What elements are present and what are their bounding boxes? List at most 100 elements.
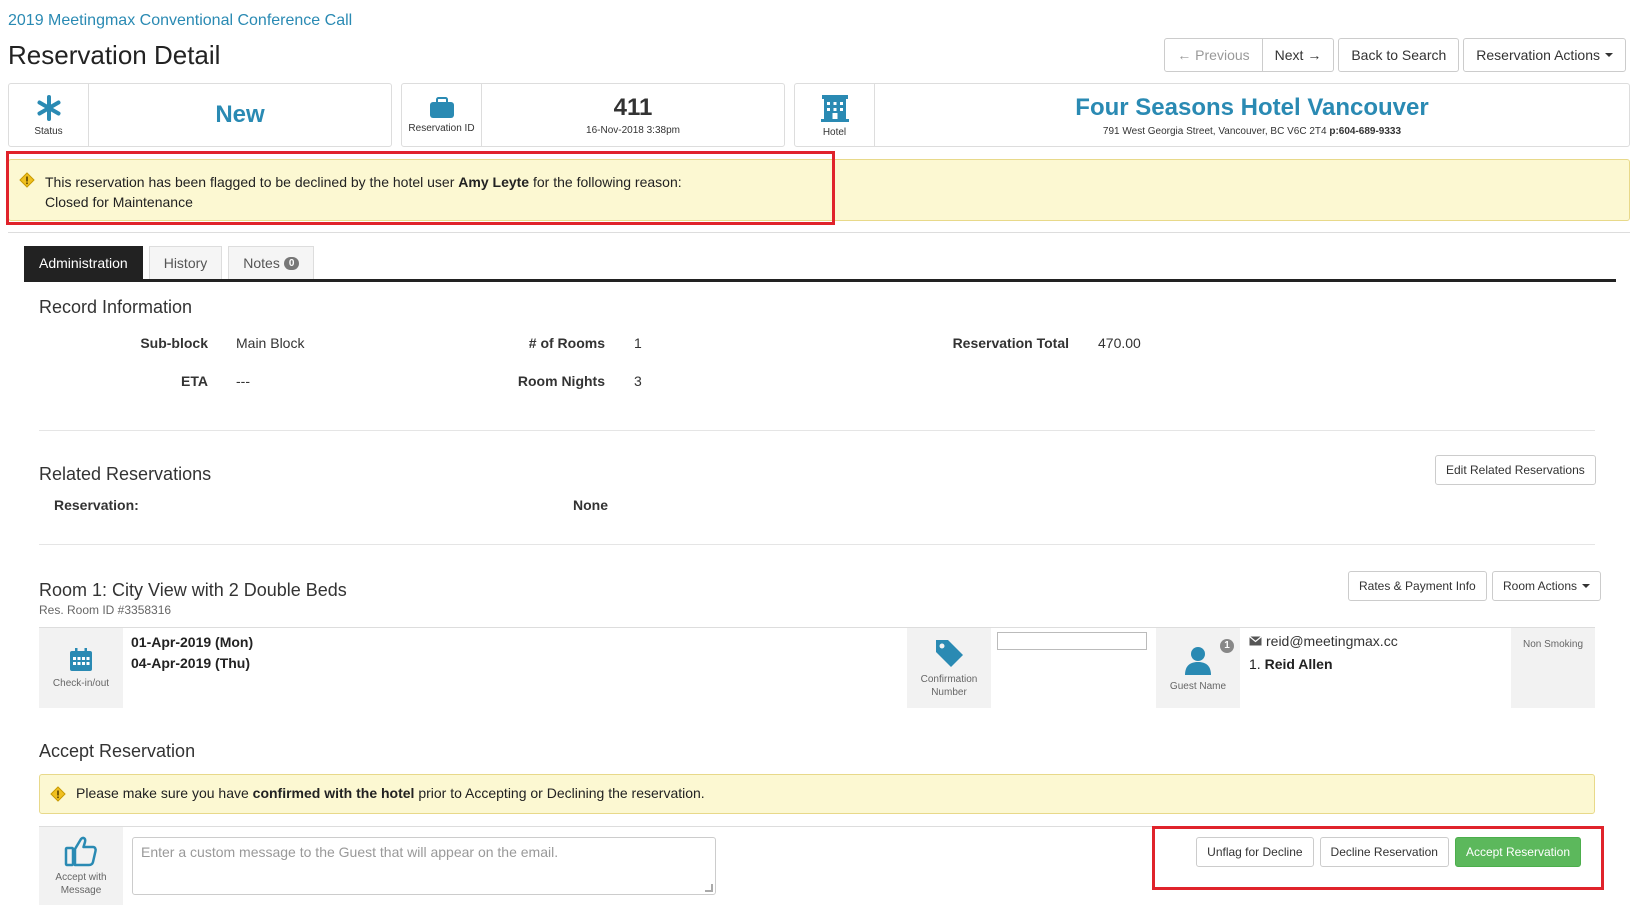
hotel-name[interactable]: Four Seasons Hotel Vancouver bbox=[1075, 94, 1428, 122]
reservation-id-value: 411 bbox=[613, 94, 653, 121]
rates-payment-info-button[interactable]: Rates & Payment Info bbox=[1348, 571, 1487, 601]
edit-related-reservations-button[interactable]: Edit Related Reservations bbox=[1435, 455, 1596, 485]
status-card: Status New bbox=[8, 83, 392, 147]
header-actions: ← Previous Next → Back to Search Reserva… bbox=[1164, 38, 1626, 72]
divider bbox=[39, 544, 1595, 545]
notes-count-badge: 0 bbox=[283, 256, 300, 270]
smoking-cell: Non Smoking bbox=[1511, 628, 1595, 708]
reservation-id-icon-column: Reservation ID bbox=[402, 84, 482, 146]
confirmation-caption-line-1: Confirmation bbox=[920, 674, 978, 685]
pager: ← Previous Next → bbox=[1164, 38, 1335, 72]
tab-notes-label: Notes bbox=[243, 255, 280, 271]
record-information-title: Record Information bbox=[39, 297, 193, 317]
related-reservation-value: None bbox=[573, 497, 608, 513]
reservation-id-card: Reservation ID 411 16-Nov-2018 3:38pm bbox=[401, 83, 785, 147]
flag-reason: Closed for Maintenance bbox=[45, 194, 193, 210]
smoking-preference: Non Smoking bbox=[1522, 639, 1584, 650]
confirm-hotel-alert: Please make sure you have confirmed with… bbox=[39, 774, 1595, 814]
hotel-main: Four Seasons Hotel Vancouver 791 West Ge… bbox=[875, 84, 1629, 146]
reservation-id-main: 411 16-Nov-2018 3:38pm bbox=[482, 84, 784, 146]
event-link[interactable]: 2019 Meetingmax Conventional Conference … bbox=[8, 12, 352, 30]
guest-email[interactable]: reid@meetingmax.cc bbox=[1249, 633, 1398, 649]
guest-list-item: 1. Reid Allen bbox=[1249, 656, 1333, 672]
accept-row: Accept with Message Enter a custom messa… bbox=[39, 826, 1595, 905]
status-main: New bbox=[89, 84, 391, 146]
previous-button[interactable]: ← Previous bbox=[1164, 38, 1263, 72]
eta-value: --- bbox=[236, 373, 250, 389]
accept-caption-line-1: Accept with bbox=[55, 872, 107, 883]
divider bbox=[39, 430, 1595, 431]
flag-text-after: for the following reason: bbox=[529, 174, 682, 190]
resize-handle-icon[interactable] bbox=[705, 884, 713, 892]
status-value: New bbox=[215, 101, 265, 128]
accept-caption-line-2: Message bbox=[60, 885, 102, 896]
unflag-for-decline-button[interactable]: Unflag for Decline bbox=[1196, 837, 1314, 867]
guest-index: 1. bbox=[1249, 656, 1261, 672]
tab-administration[interactable]: Administration bbox=[24, 246, 143, 279]
decline-flag-alert: This reservation has been flagged to be … bbox=[8, 159, 1630, 221]
flag-message: This reservation has been flagged to be … bbox=[45, 172, 1629, 192]
tag-icon bbox=[936, 640, 963, 667]
hotel-address: 791 West Georgia Street, Vancouver, BC V… bbox=[1102, 125, 1327, 137]
accept-reservation-button[interactable]: Accept Reservation bbox=[1454, 837, 1581, 867]
custom-message-placeholder: Enter a custom message to the Guest that… bbox=[141, 844, 559, 860]
asterisk-icon bbox=[37, 94, 60, 121]
room-nights-label: Room Nights bbox=[517, 373, 605, 389]
accept-actions: Unflag for Decline Decline Reservation A… bbox=[1196, 837, 1581, 867]
accept-icon-cell: Accept with Message bbox=[39, 827, 123, 905]
warning-icon bbox=[50, 786, 66, 802]
reservation-total-label: Reservation Total bbox=[952, 335, 1069, 351]
checkin-caption: Check-in/out bbox=[52, 677, 110, 689]
tab-history[interactable]: History bbox=[148, 246, 223, 279]
reservation-created-date: 16-Nov-2018 3:38pm bbox=[586, 125, 680, 136]
checkin-date: 01-Apr-2019 (Mon) bbox=[131, 634, 254, 650]
hotel-caption: Hotel bbox=[822, 126, 847, 138]
calendar-icon bbox=[70, 647, 92, 671]
caret-down-icon bbox=[1582, 584, 1591, 588]
related-reservation-label: Reservation: bbox=[54, 497, 139, 513]
hotel-address-line: 791 West Georgia Street, Vancouver, BC V… bbox=[1103, 126, 1401, 137]
subblock-value: Main Block bbox=[236, 335, 305, 351]
hotel-icon-column: Hotel bbox=[795, 84, 875, 146]
room-nights-value: 3 bbox=[634, 373, 642, 389]
stay-dates: 01-Apr-2019 (Mon) 04-Apr-2019 (Thu) bbox=[131, 632, 253, 674]
subblock-label: Sub-block bbox=[140, 335, 208, 351]
reservation-id-caption: Reservation ID bbox=[408, 122, 475, 134]
thumbs-up-icon bbox=[64, 836, 97, 867]
confirm-text-before: Please make sure you have bbox=[76, 785, 253, 801]
room-id: Res. Room ID #3358316 bbox=[39, 603, 172, 617]
reservation-actions-dropdown[interactable]: Reservation Actions bbox=[1463, 38, 1626, 72]
confirmation-icon-cell: Confirmation Number bbox=[907, 628, 991, 708]
room-details-row: Check-in/out 01-Apr-2019 (Mon) 04-Apr-20… bbox=[39, 627, 1595, 708]
warning-icon bbox=[19, 172, 35, 188]
tab-notes[interactable]: Notes 0 bbox=[228, 246, 315, 279]
guest-name: Reid Allen bbox=[1264, 656, 1333, 672]
decline-reservation-button[interactable]: Decline Reservation bbox=[1319, 837, 1449, 867]
guest-caption: Guest Name bbox=[1169, 680, 1227, 692]
user-icon bbox=[1185, 646, 1211, 675]
checkin-icon-cell: Check-in/out bbox=[39, 628, 123, 708]
confirmation-caption: Confirmation Number bbox=[921, 673, 978, 699]
tab-bar: Administration History Notes 0 bbox=[24, 246, 315, 279]
back-to-search-button[interactable]: Back to Search bbox=[1338, 38, 1460, 72]
confirmation-number-input[interactable] bbox=[997, 632, 1147, 650]
confirmation-caption-line-2: Number bbox=[931, 687, 967, 698]
rooms-label: # of Rooms bbox=[528, 335, 605, 351]
checkout-date: 04-Apr-2019 (Thu) bbox=[131, 655, 251, 671]
confirm-text-bold: confirmed with the hotel bbox=[252, 785, 415, 801]
eta-label: ETA bbox=[181, 373, 208, 389]
rooms-value: 1 bbox=[634, 335, 642, 351]
custom-message-textarea[interactable]: Enter a custom message to the Guest that… bbox=[132, 837, 716, 895]
room-actions-label: Room Actions bbox=[1503, 579, 1578, 593]
building-icon bbox=[820, 94, 849, 122]
reservation-actions-label: Reservation Actions bbox=[1476, 47, 1600, 63]
flag-user: Amy Leyte bbox=[458, 174, 530, 190]
status-icon-column: Status bbox=[9, 84, 89, 146]
reservation-total-value: 470.00 bbox=[1098, 335, 1141, 351]
caret-down-icon bbox=[1605, 53, 1613, 57]
envelope-icon bbox=[1249, 636, 1262, 646]
briefcase-icon bbox=[429, 96, 454, 118]
room-actions-dropdown[interactable]: Room Actions bbox=[1492, 571, 1602, 601]
next-button[interactable]: Next → bbox=[1262, 38, 1335, 72]
tab-underline bbox=[24, 279, 1616, 282]
